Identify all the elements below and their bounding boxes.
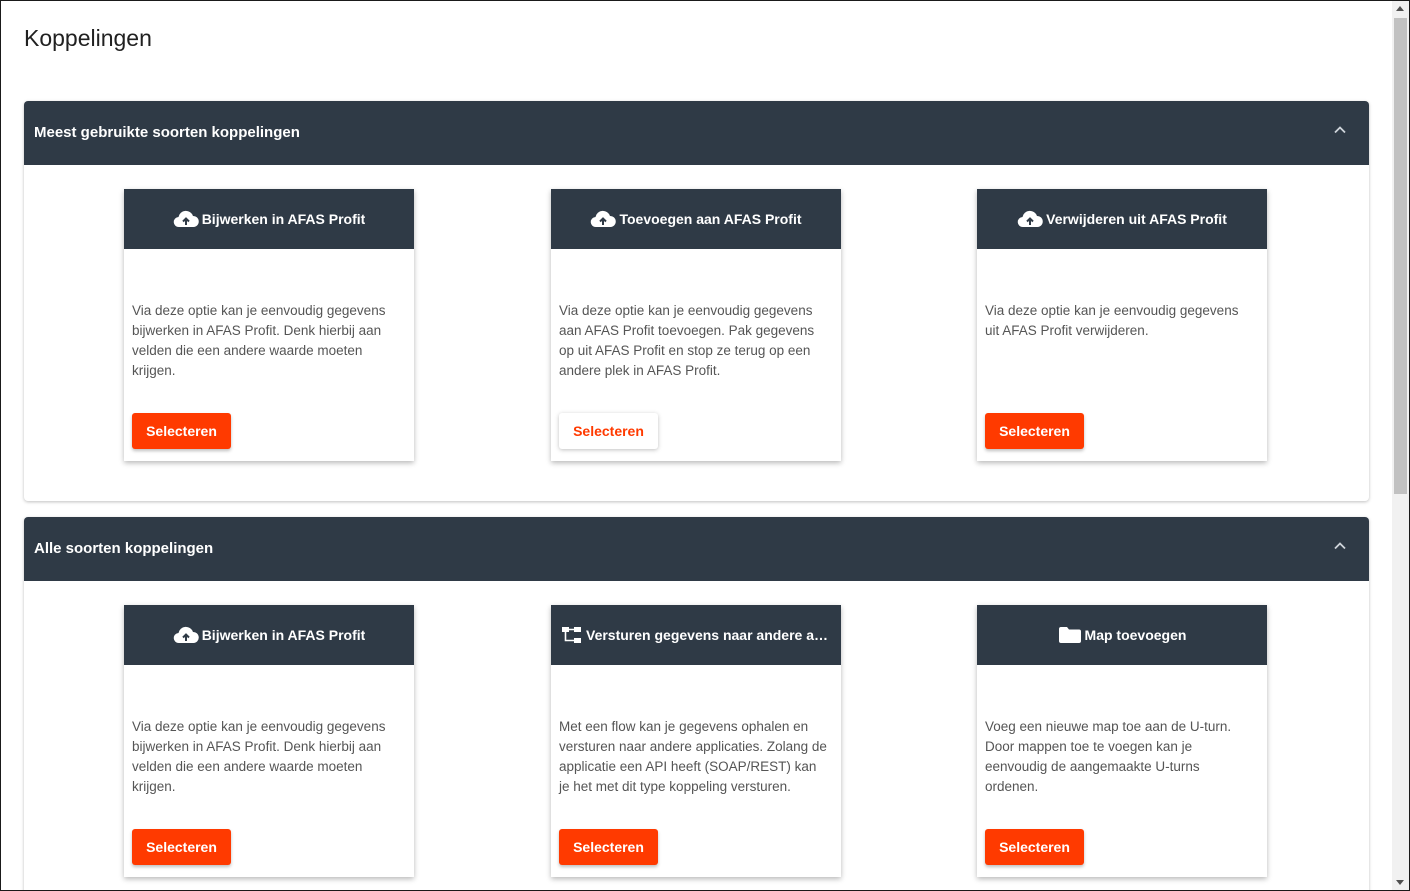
card-title: Toevoegen aan AFAS Profit [619,211,802,227]
section-header[interactable]: Alle soorten koppelingen [24,517,1369,581]
card-title: Bijwerken in AFAS Profit [201,211,366,227]
scroll-up-arrow-icon[interactable] [1396,6,1404,11]
card-description: Met een flow kan je gegevens ophalen en … [559,719,827,794]
section-most-used: Meest gebruikte soorten koppelingen Bijw… [24,101,1369,501]
scroll-down-arrow-icon[interactable] [1396,880,1404,885]
card-description: Via deze optie kan je eenvoudig gegevens… [132,719,386,794]
card-title: Versturen gegevens naar andere applicati… [586,627,831,643]
select-button[interactable]: Selecteren [559,829,658,865]
card-title: Verwijderen uit AFAS Profit [1046,211,1227,227]
vertical-scrollbar[interactable] [1392,1,1409,890]
cloud-upload-icon [173,210,199,228]
card-toevoegen: Toevoegen aan AFAS Profit Via deze optie… [551,189,841,461]
card-header: Versturen gegevens naar andere applicati… [551,605,841,665]
chevron-up-icon[interactable] [1333,539,1347,553]
section-title: Meest gebruikte soorten koppelingen [34,124,300,141]
card-verwijderen: Verwijderen uit AFAS Profit Via deze opt… [977,189,1267,461]
card-description: Via deze optie kan je eenvoudig gegevens… [985,303,1239,338]
card-versturen: Versturen gegevens naar andere applicati… [551,605,841,877]
select-button[interactable]: Selecteren [132,829,231,865]
card-header: Verwijderen uit AFAS Profit [977,189,1267,249]
folder-icon [1058,626,1082,644]
card-bijwerken: Bijwerken in AFAS Profit Via deze optie … [124,189,414,461]
card-map-toevoegen: Map toevoegen Voeg een nieuwe map toe aa… [977,605,1267,877]
chevron-up-icon[interactable] [1333,123,1347,137]
card-bijwerken: Bijwerken in AFAS Profit Via deze optie … [124,605,414,877]
card-header: Bijwerken in AFAS Profit [124,189,414,249]
select-button[interactable]: Selecteren [985,829,1084,865]
section-title: Alle soorten koppelingen [34,540,214,557]
card-description: Via deze optie kan je eenvoudig gegevens… [559,303,815,378]
card-header: Toevoegen aan AFAS Profit [551,189,841,249]
select-button[interactable]: Selecteren [559,413,658,449]
card-description: Voeg een nieuwe map toe aan de U-turn. D… [985,719,1232,794]
section-all: Alle soorten koppelingen Bijwerken in AF… [24,517,1369,890]
card-description: Via deze optie kan je eenvoudig gegevens… [132,303,386,378]
page-title: Koppelingen [24,25,152,51]
card-header: Map toevoegen [977,605,1267,665]
card-header: Bijwerken in AFAS Profit [124,605,414,665]
cloud-upload-icon [1017,210,1043,228]
card-title: Map toevoegen [1084,627,1187,643]
cloud-upload-icon [590,210,617,228]
flow-icon [561,626,583,644]
select-button[interactable]: Selecteren [132,413,231,449]
scrollbar-thumb[interactable] [1394,18,1407,494]
card-title: Bijwerken in AFAS Profit [201,627,366,643]
section-header[interactable]: Meest gebruikte soorten koppelingen [24,101,1369,165]
select-button[interactable]: Selecteren [985,413,1084,449]
app-window: Koppelingen Meest gebruikte soorten kopp… [0,0,1410,891]
cloud-upload-icon [173,626,199,644]
